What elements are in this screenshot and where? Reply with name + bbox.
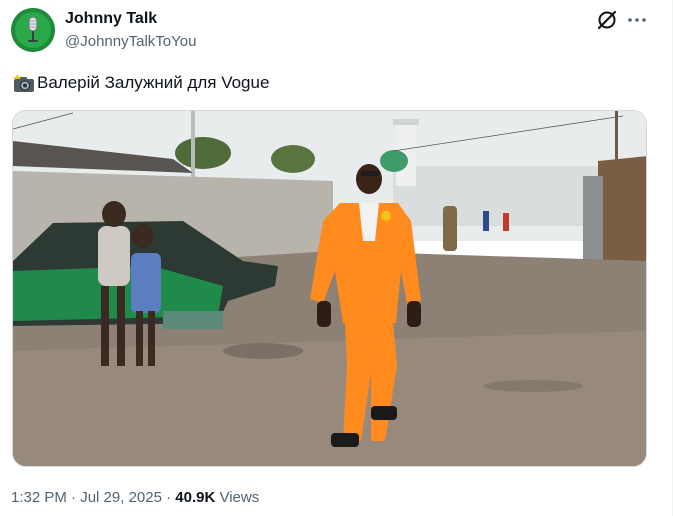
tweet-photo[interactable] [12,110,647,467]
microphone-icon [11,8,55,52]
tweet-meta: 1:32 PM · Jul 29, 2025 · 40.9K Views [11,489,259,506]
tweet-text-content: Валерій Залужний для Vogue [37,73,270,92]
timestamp-date[interactable]: Jul 29, 2025 [80,489,162,506]
views-count: 40.9K [175,489,216,506]
tweet-text: Валерій Залужний для Vogue [13,73,269,93]
timestamp-time[interactable]: 1:32 PM [11,489,67,506]
tweet: Johnny Talk @JohnnyTalkToYou Валерій Зал… [0,0,673,516]
meta-separator: · [66,489,81,506]
photo-image [13,111,646,466]
views-label: Views [215,489,260,506]
meta-separator: · [161,489,176,506]
grok-button[interactable] [596,9,618,31]
grok-icon [597,10,617,30]
avatar[interactable] [11,8,55,52]
author-name[interactable]: Johnny Talk [65,10,157,28]
more-options-button[interactable] [625,9,649,31]
author-handle[interactable]: @JohnnyTalkToYou [65,33,196,50]
more-icon [628,18,646,22]
camera-flash-icon [13,73,35,93]
